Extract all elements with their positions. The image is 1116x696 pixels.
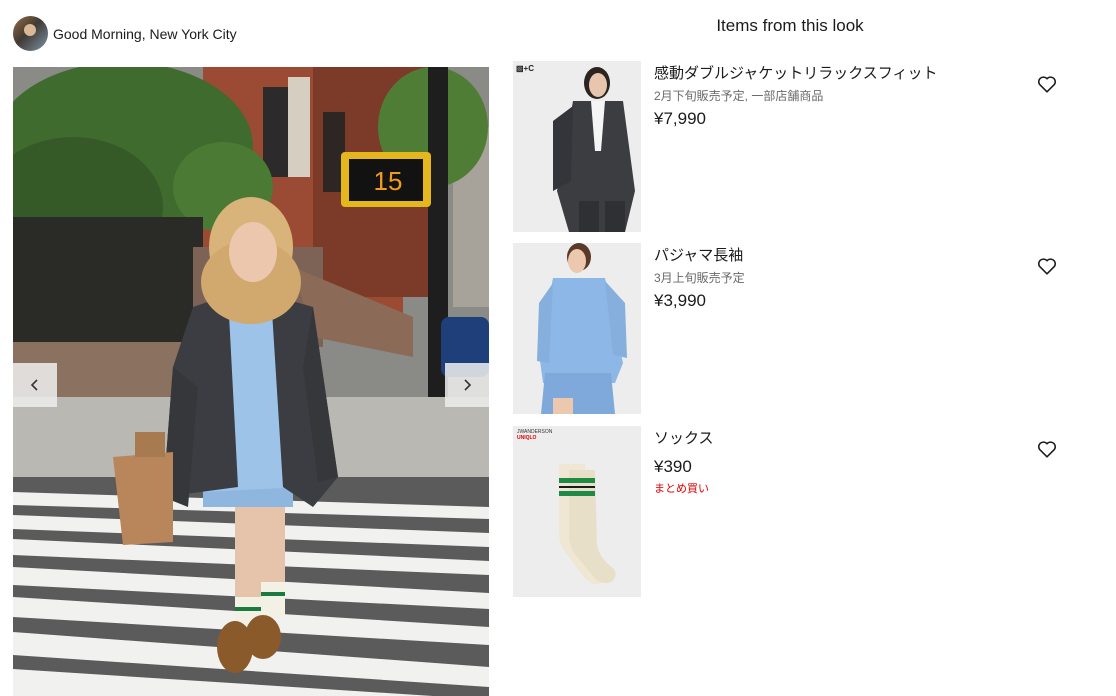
- product-name[interactable]: ソックス: [654, 429, 1024, 449]
- product-card-jacket[interactable]: ▧+C 感動ダブルジャケットリラックスフィット 2月下旬販売予定, 一部店舗商品…: [513, 61, 1073, 232]
- product-card-socks[interactable]: JWANDERSON UNIQLO ソックス ¥390 まとめ買い: [513, 426, 1073, 597]
- availability-note: 2月下旬販売予定, 一部店舗商品: [654, 89, 824, 103]
- brand-label: ▧+C: [516, 64, 535, 73]
- product-price: ¥3,990: [654, 291, 706, 310]
- product-name[interactable]: 感動ダブルジャケットリラックスフィット: [654, 64, 1024, 84]
- heart-icon[interactable]: [1036, 438, 1058, 460]
- promo-label: まとめ買い: [654, 483, 709, 495]
- section-title: Items from this look: [716, 16, 864, 35]
- product-card-pajama[interactable]: パジャマ長袖 3月上旬販売予定 ¥3,990: [513, 243, 1073, 414]
- brand-badge: UNIQLO: [517, 435, 537, 441]
- product-image-socks[interactable]: JWANDERSON UNIQLO: [513, 426, 641, 597]
- profile[interactable]: Good Morning, New York City: [13, 16, 237, 51]
- look-photo-image: 15: [13, 67, 489, 696]
- carousel-next-button[interactable]: [445, 363, 489, 407]
- signal-number: 15: [374, 166, 403, 196]
- heart-icon[interactable]: [1036, 255, 1058, 277]
- avatar[interactable]: [13, 16, 48, 51]
- product-image-pajama[interactable]: [513, 243, 641, 414]
- product-price: ¥390: [654, 457, 692, 476]
- socks-image: [513, 426, 641, 597]
- pajama-image: [513, 243, 641, 414]
- profile-name[interactable]: Good Morning, New York City: [53, 26, 237, 42]
- product-price: ¥7,990: [654, 109, 706, 128]
- chevron-right-icon: [464, 379, 472, 391]
- look-photo[interactable]: 15: [13, 67, 489, 696]
- heart-icon[interactable]: [1036, 73, 1058, 95]
- product-image-jacket[interactable]: ▧+C: [513, 61, 641, 232]
- carousel-prev-button[interactable]: [13, 363, 57, 407]
- product-name[interactable]: パジャマ長袖: [654, 246, 1024, 266]
- chevron-left-icon: [30, 379, 38, 391]
- availability-note: 3月上旬販売予定: [654, 271, 745, 285]
- jacket-image: [513, 61, 641, 232]
